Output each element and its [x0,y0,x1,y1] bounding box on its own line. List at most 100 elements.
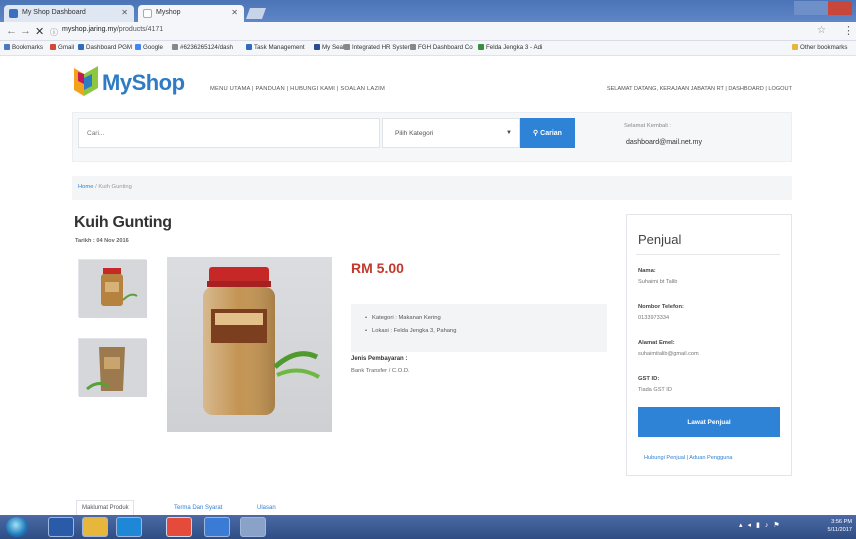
search-button[interactable]: ⚲ Carian [520,118,575,148]
tab-terms[interactable]: Terma Dan Syarat [174,505,222,511]
contact-seller-link[interactable]: Hubungi Penjual | Aduan Pengguna [644,455,733,461]
bookmark-label: Gmail [58,44,75,51]
search-input[interactable] [78,118,380,148]
tray-icons[interactable]: ▴◂▮♪⚑ [739,521,785,529]
payment-label: Jenis Pembayaran : [351,356,408,362]
payment-value: Bank Transfer / C.O.D. [351,368,410,374]
seller-field-label: Alamat Emel: [638,340,675,346]
product-date: Tarikh : 04 Nov 2016 [75,238,129,244]
url-field[interactable]: myshop.jaring.my/products/4171 [62,26,163,33]
bookmark-label: Google [143,44,163,51]
bookmark-label: Other bookmarks [800,44,848,51]
product-details-box: Kategori : Makanan Kering Lokasi : Felda… [351,304,607,352]
favicon-icon [9,9,18,18]
bookmarks-bar: Bookmarks Gmail Dashboard PGM Google #62… [0,41,856,56]
bookmark-label: Bookmarks [12,44,43,51]
bookmark-label: #6236265124/dash [180,44,233,51]
back-icon[interactable]: ← [6,25,17,37]
page-icon [172,44,178,50]
forward-icon[interactable]: → [20,25,31,37]
stop-icon[interactable]: ✕ [35,25,44,38]
bookmark-label: Felda Jengka 3 - Adi [486,44,543,51]
task-icon [246,44,252,50]
page-icon [344,44,350,50]
seller-field-label: Nama: [638,268,656,274]
clock-date: 5/11/2017 [827,527,852,533]
welcome-label: Selamat Kembali : [624,123,672,129]
gmail-icon [50,44,56,50]
dashboard-icon [78,44,84,50]
close-window-button[interactable] [828,1,852,15]
info-icon[interactable]: ⓘ [50,27,58,38]
seller-title: Penjual [638,232,682,247]
product-price: RM 5.00 [351,260,404,276]
seller-field-value: Tiada GST ID [638,387,672,393]
bookmarks-icon [4,44,10,50]
internet-explorer-icon[interactable] [116,517,142,537]
user-nav[interactable]: SELAMAT DATANG, KERAJAAN JABATAN RT | DA… [607,86,792,92]
new-tab-button[interactable] [245,8,267,19]
start-button[interactable] [6,517,28,537]
address-bar: ← → ✕ ⓘ myshop.jaring.my/products/4171 ☆… [0,22,856,41]
packet-image-icon [79,339,147,397]
menu-icon[interactable]: ⋮ [843,24,854,37]
folder-icon [792,44,798,50]
favicon-icon [143,9,152,18]
browser-window: My Shop Dashboard ✕ Myshop ✕ ← → ✕ ⓘ mys… [0,0,856,539]
seal-icon [314,44,320,50]
chrome-icon[interactable] [166,517,192,537]
bookmark-item[interactable]: Bookmarks [4,44,43,51]
logo-my: My [102,70,132,95]
jar-image-icon [79,260,147,318]
minimize-button[interactable] [794,1,811,15]
google-icon [135,44,141,50]
product-title: Kuih Gunting [74,214,172,231]
close-tab-icon[interactable]: ✕ [121,8,128,17]
close-tab-icon[interactable]: ✕ [231,8,238,17]
product-thumbnail-1[interactable] [78,259,147,318]
category-select[interactable]: Pilih Kategori ▼ [382,118,520,148]
product-main-image[interactable] [167,257,332,432]
detail-item: Kategori : Makanan Kering [365,315,607,321]
bookmark-item[interactable]: Felda Jengka 3 - Adi [478,44,542,51]
breadcrumb-home-link[interactable]: Home [78,184,93,190]
bookmark-item[interactable]: Dashboard PGM [78,44,132,51]
search-icon: ⚲ [533,130,539,137]
bookmark-item[interactable]: My Seal [314,44,344,51]
tab-product-info[interactable]: Maklumat Produk [82,505,129,511]
divider [636,254,780,255]
bookmark-label: Dashboard PGM [86,44,133,51]
bookmark-item[interactable]: Integrated HR System [344,44,413,51]
system-clock[interactable]: 3:56 PM 5/11/2017 [828,518,852,534]
bookmark-item[interactable]: Google [135,44,163,51]
product-thumbnail-2[interactable] [78,338,147,397]
bookmark-label: FGH Dashboard Co [418,44,473,51]
main-nav[interactable]: MENU UTAMA | PANDUAN | HUBUNGI KAMI | SO… [210,86,385,92]
maximize-button[interactable] [811,1,828,15]
browser-tab-myshop[interactable]: Myshop ✕ [138,5,244,22]
word-icon[interactable] [48,517,74,537]
myshop-logo-icon[interactable] [72,64,100,98]
visit-seller-button[interactable]: Lawat Penjual [638,407,780,437]
seller-field-value: suhaimitalib@gmail.com [638,351,699,357]
seller-field-label: Nombor Telefon: [638,304,684,310]
tab-title: My Shop Dashboard [22,9,86,16]
bookmark-item[interactable]: Task Management [246,44,305,51]
bookmark-item[interactable]: #6236265124/dash [172,44,233,51]
logo-text[interactable]: MyShop [102,70,185,96]
browser-tab-dashboard[interactable]: My Shop Dashboard ✕ [4,5,134,22]
seller-field-value: Suhaimi bt Talib [638,279,678,285]
bookmark-label: Task Management [254,44,305,51]
tab-reviews[interactable]: Ulasan [257,505,276,511]
paint-icon[interactable] [240,517,266,537]
bookmark-star-icon[interactable]: ☆ [817,25,826,36]
file-explorer-icon[interactable] [82,517,108,537]
breadcrumb-current: Kuih Gunting [98,184,132,190]
seller-field-label: GST ID: [638,376,660,382]
url-path: /products/4171 [116,26,164,33]
media-player-icon[interactable] [204,517,230,537]
bookmark-item[interactable]: Gmail [50,44,74,51]
felda-icon [478,44,484,50]
bookmark-item[interactable]: Other bookmarks [792,44,847,51]
bookmark-item[interactable]: FGH Dashboard Co [410,44,473,51]
